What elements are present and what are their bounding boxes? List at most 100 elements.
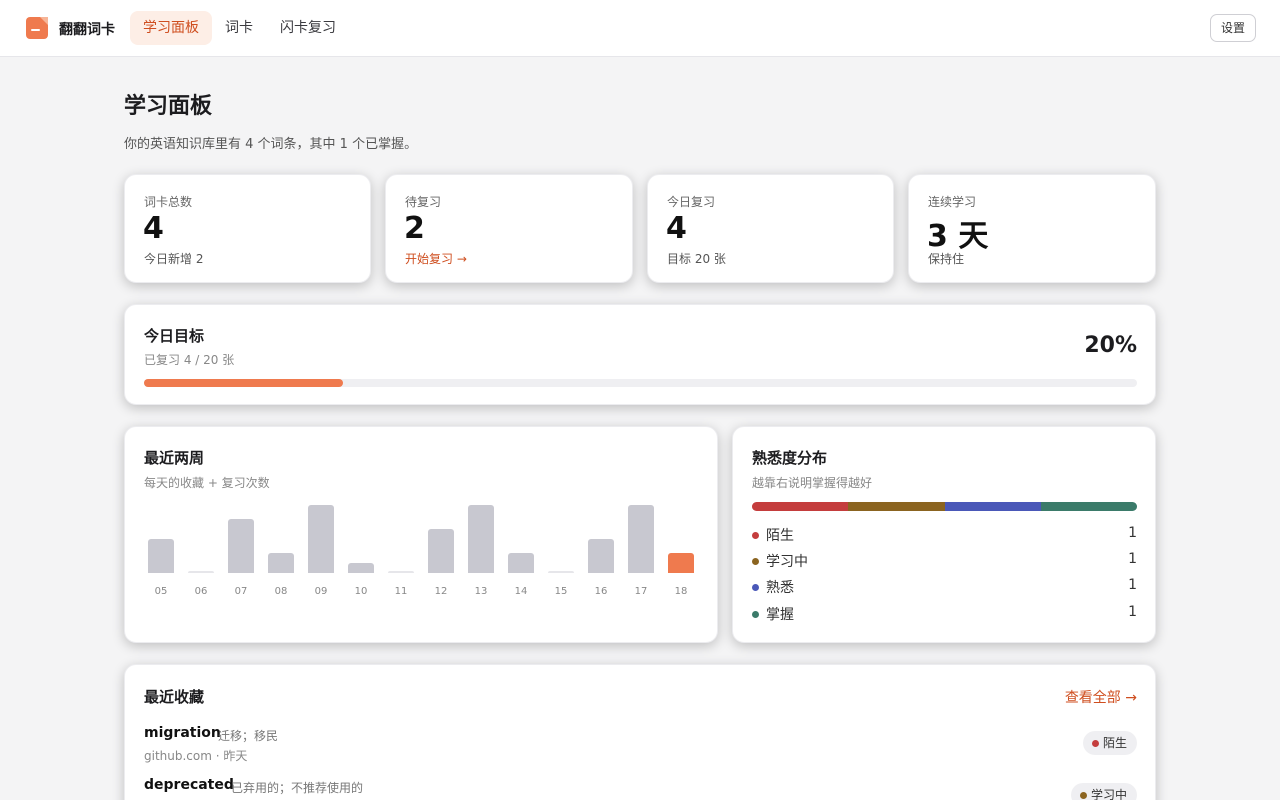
x-tick-label: 06: [194, 586, 208, 597]
view-all-link[interactable]: 查看全部 →: [1065, 687, 1137, 707]
status-badge: 陌生: [1082, 731, 1137, 755]
stat-label: 连续学习: [928, 195, 977, 209]
stat-label: 待复习: [405, 195, 442, 209]
saved-title: 最近收藏: [144, 688, 205, 706]
legend-label: 掌握: [766, 607, 794, 623]
status-dot-icon: [752, 558, 759, 565]
chart-bar: [508, 552, 534, 573]
x-tick-label: 15: [554, 586, 568, 597]
chart-bar: [148, 539, 174, 573]
word-meaning: 迁移；移民: [218, 729, 279, 743]
word-meaning: 已弃用的；不推荐使用的: [231, 781, 364, 795]
tab-dashboard[interactable]: 学习面板: [130, 11, 212, 45]
x-tick-label: 18: [674, 586, 688, 597]
familiarity-distribution-bar: [752, 502, 1137, 511]
x-tick-label: 17: [634, 586, 648, 597]
legend-label: 学习中: [766, 554, 808, 570]
chart-bar: [628, 505, 654, 573]
activity-bar-chart: 05 06 07 08 09 10 11 12 13 14 15 16 17 18: [144, 497, 704, 597]
chart-bar: [268, 552, 294, 573]
status-dot-icon: [752, 532, 759, 539]
chart-bar: [308, 505, 334, 573]
goal-percent: 20%: [1084, 333, 1137, 358]
status-badge-label: 学习中: [1090, 788, 1127, 800]
familiarity-card: 熟悉度分布 越靠右说明掌握得越好 陌生 1 学习中 1 熟悉 1 掌握 1: [732, 426, 1156, 643]
chart-bar: [228, 518, 254, 573]
x-tick-label: 12: [434, 586, 448, 597]
chart-bar: [428, 528, 454, 573]
distribution-segment-familiar: [944, 502, 1041, 511]
recent-activity-card: 最近两周 每天的收藏 + 复习次数 05 06 07 08 09 10 11 12 13 14 15…: [124, 426, 718, 643]
settings-button[interactable]: 设置: [1210, 14, 1256, 42]
app-logo-icon: [26, 17, 48, 39]
start-review-link[interactable]: 开始复习 →: [405, 250, 467, 267]
daily-goal-card: 今日目标 已复习 4 / 20 张 20%: [124, 304, 1156, 405]
legend-count: 1: [1128, 604, 1137, 620]
goal-progress-track: [144, 379, 1137, 387]
stat-label: 词卡总数: [144, 195, 193, 209]
tab-flashcard-review[interactable]: 闪卡复习: [267, 11, 349, 45]
familiarity-subtitle: 越靠右说明掌握得越好: [752, 476, 873, 490]
goal-title: 今日目标: [144, 327, 205, 345]
x-tick-label: 13: [474, 586, 488, 597]
chart-bar: [348, 562, 374, 573]
chart-bar: [588, 539, 614, 573]
page-subtitle: 你的英语知识库里有 4 个词条，其中 1 个已掌握。: [124, 137, 418, 152]
status-badge: 学习中: [1070, 783, 1137, 800]
legend-label: 熟悉: [766, 580, 794, 596]
chart-bar: [468, 505, 494, 573]
familiarity-title: 熟悉度分布: [752, 449, 828, 467]
recent-title: 最近两周: [144, 449, 205, 467]
status-dot-icon: [1091, 740, 1099, 747]
status-dot-icon: [752, 611, 759, 618]
word-text: migration: [144, 725, 221, 741]
list-item[interactable]: deprecated 已弃用的；不推荐使用的 学习中: [144, 777, 1137, 800]
distribution-segment-learning: [848, 502, 945, 511]
recent-subtitle: 每天的收藏 + 复习次数: [144, 476, 270, 490]
tab-cards[interactable]: 词卡: [212, 11, 266, 45]
legend-row-unfamiliar: 陌生 1: [752, 525, 1137, 545]
legend-count: 1: [1128, 577, 1137, 593]
stat-value: 2: [404, 211, 425, 246]
legend-label: 陌生: [766, 528, 794, 544]
x-tick-label: 10: [354, 586, 368, 597]
stat-label: 今日复习: [667, 195, 716, 209]
page-title: 学习面板: [124, 94, 213, 119]
legend-row-mastered: 掌握 1: [752, 604, 1137, 624]
goal-subtitle: 已复习 4 / 20 张: [144, 353, 235, 367]
goal-progress-fill: [144, 379, 343, 387]
stat-note: 保持住: [928, 252, 965, 266]
legend-row-learning: 学习中 1: [752, 551, 1137, 571]
stat-card-today: 今日复习 4 目标 20 张: [647, 174, 894, 283]
x-tick-label: 05: [154, 586, 168, 597]
x-tick-label: 16: [594, 586, 608, 597]
top-nav-bar: 翻翻词卡 学习面板 词卡 闪卡复习 设置: [0, 0, 1280, 57]
x-tick-label: 09: [314, 586, 328, 597]
stat-note: 今日新增 2: [144, 252, 204, 266]
legend-count: 1: [1128, 551, 1137, 567]
status-badge-label: 陌生: [1102, 736, 1127, 750]
stat-value: 3 天: [927, 219, 989, 254]
chart-bar: [188, 571, 214, 573]
stat-value: 4: [666, 211, 687, 246]
legend-row-familiar: 熟悉 1: [752, 577, 1137, 597]
list-item[interactable]: migration 迁移；移民 github.com · 昨天 陌生: [144, 725, 1137, 769]
word-source: github.com · 昨天: [144, 749, 248, 763]
chart-bar: [548, 571, 574, 573]
chart-bar: [668, 552, 694, 573]
recent-saved-card: 最近收藏 查看全部 → migration 迁移；移民 github.com ·…: [124, 664, 1156, 800]
legend-count: 1: [1128, 525, 1137, 541]
x-tick-label: 08: [274, 586, 288, 597]
stat-card-streak: 连续学习 3 天 保持住: [908, 174, 1156, 283]
distribution-segment-mastered: [1040, 502, 1137, 511]
word-text: deprecated: [144, 777, 234, 793]
status-dot-icon: [752, 584, 759, 591]
app-name: 翻翻词卡: [59, 22, 115, 38]
distribution-segment-unfamiliar: [752, 502, 849, 511]
stat-card-due: 待复习 2 开始复习 →: [385, 174, 633, 283]
status-dot-icon: [1079, 792, 1087, 799]
stat-value: 4: [143, 211, 164, 246]
stat-card-total: 词卡总数 4 今日新增 2: [124, 174, 371, 283]
stat-note: 目标 20 张: [667, 252, 726, 266]
x-tick-label: 11: [394, 586, 408, 597]
